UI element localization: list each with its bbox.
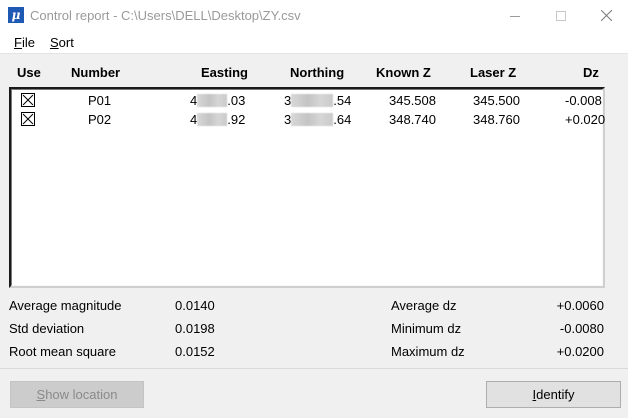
cell-easting: 4.03 [190,93,245,108]
easting-prefix: 4 [190,112,198,127]
menu-file-hotkey: F [14,35,22,50]
menu-file[interactable]: File [14,35,35,50]
cell-number: P01 [88,93,112,108]
rms-value: 0.0152 [175,344,215,359]
avg-magnitude-label: Average magnitude [9,298,122,313]
cell-northing: 3.64 [284,112,351,127]
redacted-blur [197,94,228,107]
cell-dz: +0.020 [565,112,606,127]
cell-known-z: 345.508 [389,93,436,108]
easting-prefix: 4 [190,93,198,108]
show-location-hotkey: S [36,387,46,402]
easting-suffix: .03 [227,93,246,108]
northing-suffix: .64 [333,112,352,127]
cell-northing: 3.54 [284,93,351,108]
control-report-window: μ Control report - C:\Users\DELL\Desktop… [0,0,628,418]
minimize-icon [510,15,520,17]
redacted-blur [291,113,334,126]
cell-known-z: 348.740 [389,112,436,127]
avg-magnitude-value: 0.0140 [175,298,215,313]
northing-prefix: 3 [284,93,292,108]
identify-label: dentify [536,387,575,402]
footer-divider [0,368,628,369]
min-dz-value: -0.0080 [559,321,604,336]
column-header-number[interactable]: Number [71,65,120,80]
table-row[interactable]: P02 4.92 3.64 348.740 348.760 +0.020 [11,110,606,129]
column-header-known-z[interactable]: Known Z [376,65,431,80]
use-checkbox[interactable] [21,112,35,126]
maximize-icon [556,10,566,21]
menu-sort[interactable]: Sort [50,35,74,50]
column-header-use[interactable]: Use [17,65,41,80]
avg-dz-value: +0.0060 [556,298,604,313]
column-header-easting[interactable]: Easting [201,65,248,80]
show-location-button[interactable]: Show location [10,381,144,408]
cell-dz: -0.008 [565,93,602,108]
column-header-dz[interactable]: Dz [583,65,599,80]
northing-suffix: .54 [333,93,352,108]
std-deviation-value: 0.0198 [175,321,215,336]
cell-laser-z: 348.760 [473,112,520,127]
use-checkbox[interactable] [21,93,35,107]
rms-label: Root mean square [9,344,116,359]
column-header-laser-z[interactable]: Laser Z [470,65,516,80]
column-header-northing[interactable]: Northing [290,65,344,80]
close-icon [600,10,612,21]
menu-sort-label: ort [58,35,74,50]
avg-dz-label: Average dz [391,298,457,313]
cell-number: P02 [88,112,112,127]
menu-sort-hotkey: S [50,35,59,50]
checkbox-x-icon [22,94,34,106]
max-dz-value: +0.0200 [556,344,604,359]
easting-suffix: .92 [227,112,246,127]
app-icon: μ [8,7,24,23]
redacted-blur [197,113,228,126]
cell-laser-z: 345.500 [473,93,520,108]
northing-prefix: 3 [284,112,292,127]
control-points-list[interactable]: P01 4.03 3.54 345.508 345.500 -0.008 P02… [9,87,605,288]
checkbox-x-icon [22,113,34,125]
min-dz-label: Minimum dz [391,321,462,336]
close-button[interactable] [583,0,628,31]
std-deviation-label: Std deviation [9,321,85,336]
cell-easting: 4.92 [190,112,245,127]
title-bar: μ Control report - C:\Users\DELL\Desktop… [0,0,628,31]
max-dz-label: Maximum dz [391,344,465,359]
maximize-button[interactable] [538,0,584,31]
minimize-button[interactable] [492,0,538,31]
redacted-blur [291,94,334,107]
window-title: Control report - C:\Users\DELL\Desktop\Z… [30,8,301,23]
identify-button[interactable]: Identify [486,381,621,408]
menu-bar: File Sort [0,31,628,54]
menu-file-label: ile [21,35,35,50]
show-location-label: how location [45,387,118,402]
table-row[interactable]: P01 4.03 3.54 345.508 345.500 -0.008 [11,91,603,110]
